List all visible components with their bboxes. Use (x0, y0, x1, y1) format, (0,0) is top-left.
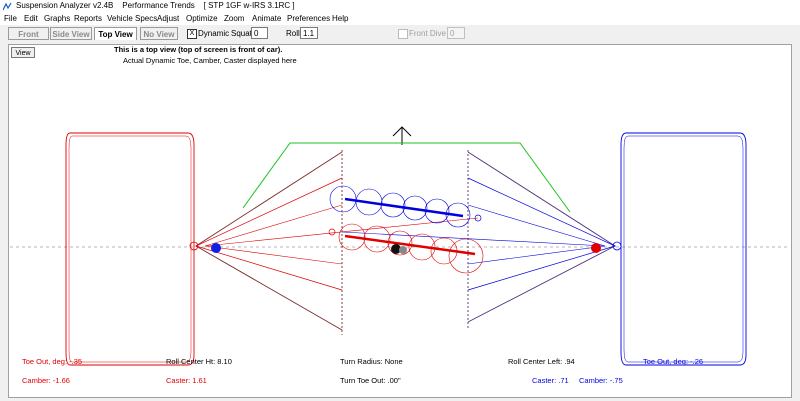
roll-center-left-readout: Roll Center Left: .94 (508, 357, 575, 366)
right-roll-center-dot (591, 243, 601, 253)
red-motion-circles (338, 223, 484, 274)
forward-arrow-icon (392, 126, 412, 145)
turn-radius-readout: Turn Radius: None (340, 357, 403, 366)
suspension-diagram (10, 126, 790, 366)
caster-left-readout: Caster: 1.61 (166, 376, 207, 385)
caster-right-readout: Caster: .71 (532, 376, 569, 385)
camber-right-readout: Camber: -.75 (579, 376, 623, 385)
roll-center-ht-readout: Roll Center Ht: 8.10 (166, 357, 232, 366)
left-tire (65, 132, 195, 366)
right-tire (620, 132, 747, 366)
camber-left-readout: Camber: -1.66 (22, 376, 70, 385)
roll-center-secondary-dot (399, 246, 407, 254)
toe-left-readout: Toe Out, deg: -.35 (22, 357, 83, 366)
turn-toe-out-readout: Turn Toe Out: .00" (340, 376, 401, 385)
toe-right-readout: Toe Out, deg: -.26 (643, 357, 704, 366)
left-link-end-icon (328, 228, 336, 236)
left-roll-center-dot (211, 243, 221, 253)
left-control-arms (195, 150, 479, 335)
